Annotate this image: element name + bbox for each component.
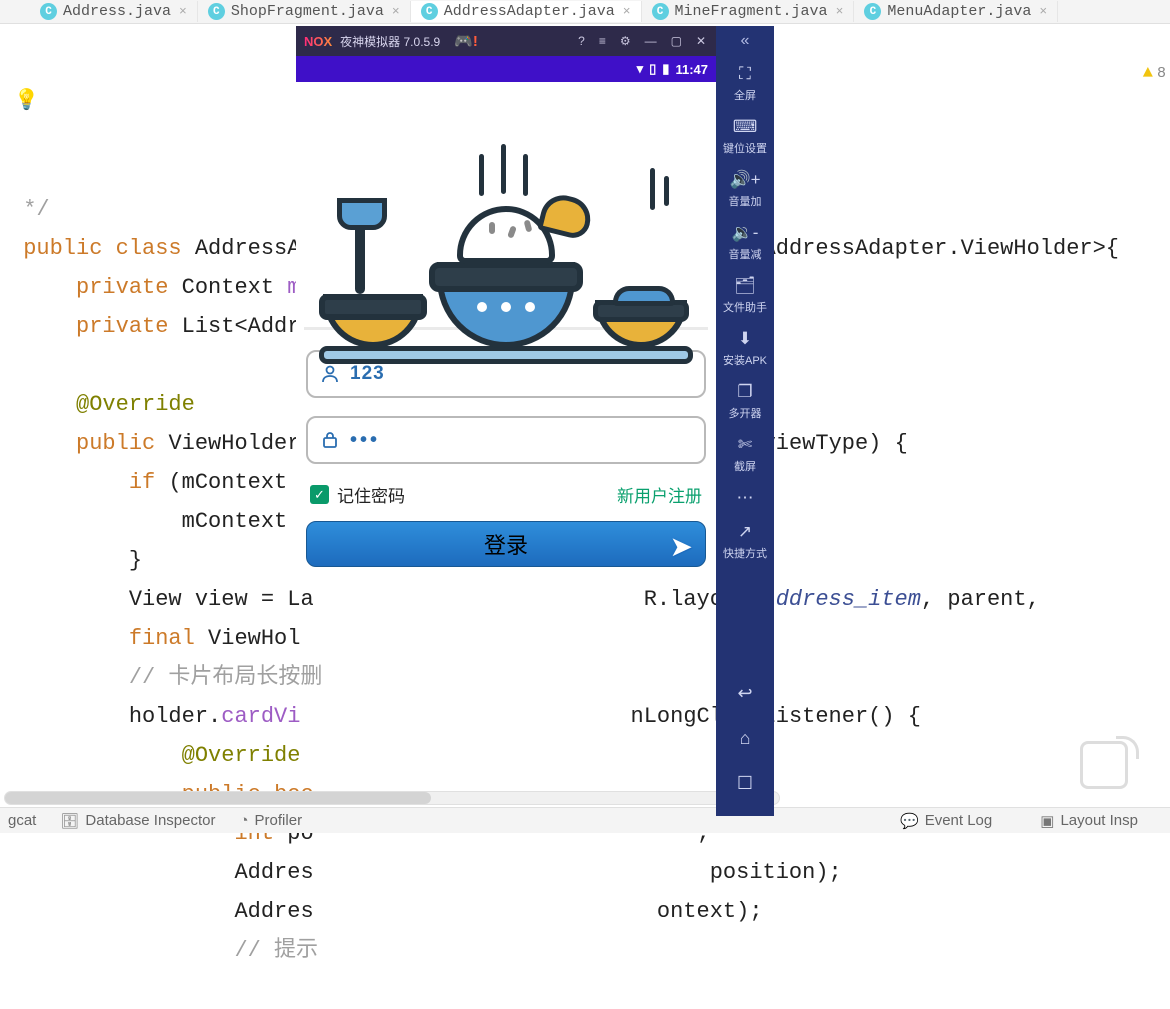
fullscreen-icon: ⛶ bbox=[739, 64, 751, 84]
java-file-icon: C bbox=[208, 3, 225, 20]
tab-label: MenuAdapter.java bbox=[887, 3, 1031, 20]
editor-tab[interactable]: C AddressAdapter.java × bbox=[411, 1, 642, 22]
lightbulb-icon[interactable]: 💡 bbox=[14, 82, 39, 121]
tool-event-log[interactable]: 💬Event Log bbox=[900, 812, 992, 830]
maximize-icon[interactable]: ▢ bbox=[671, 34, 682, 48]
multi-instance-icon: ❐ bbox=[737, 382, 752, 402]
wifi-icon: ▾ bbox=[637, 61, 644, 77]
settings-icon[interactable]: ⚙ bbox=[620, 34, 631, 48]
status-time: 11:47 bbox=[675, 62, 708, 77]
sidebar-label: 截屏 bbox=[734, 458, 756, 474]
java-file-icon: C bbox=[40, 3, 57, 20]
sidebar-file-helper[interactable]: 🗂 文件助手 bbox=[723, 270, 767, 323]
editor-tab[interactable]: C ShopFragment.java × bbox=[198, 1, 411, 22]
lock-icon bbox=[320, 430, 340, 450]
user-icon bbox=[320, 364, 340, 384]
tab-label: ShopFragment.java bbox=[231, 3, 384, 20]
emulator-titlebar[interactable]: NOX 夜神模拟器 7.0.5.9 🎮! ? ≡ ⚙ — ▢ ✕ bbox=[296, 26, 716, 56]
warnings-indicator[interactable]: ▲ 8 bbox=[1143, 54, 1166, 93]
sidebar-fullscreen[interactable]: ⛶ 全屏 bbox=[723, 58, 767, 111]
app-logo bbox=[304, 90, 708, 330]
tab-label: Address.java bbox=[63, 3, 171, 20]
sidebar-volume-up[interactable]: 🔊+ 音量加 bbox=[723, 164, 767, 217]
sidebar-label: 全屏 bbox=[734, 87, 756, 103]
username-input[interactable] bbox=[350, 363, 692, 385]
sidebar-shortcut[interactable]: ↗ 快捷方式 bbox=[723, 516, 767, 569]
sidebar-volume-down[interactable]: 🔉- 音量减 bbox=[723, 217, 767, 270]
password-field[interactable]: ••• bbox=[306, 416, 706, 464]
sidebar-label: 多开器 bbox=[728, 405, 761, 421]
login-button[interactable]: 登录 ➤ bbox=[306, 521, 706, 567]
menu-icon[interactable]: ≡ bbox=[599, 34, 606, 48]
database-icon: 🗄 bbox=[60, 812, 79, 830]
sidebar-screenshot[interactable]: ✄ 截屏 bbox=[723, 429, 767, 482]
warning-icon: ▲ bbox=[1143, 54, 1153, 93]
close-icon[interactable]: ✕ bbox=[696, 34, 706, 48]
android-back-icon[interactable]: ↩ bbox=[737, 683, 752, 704]
checkbox-checked-icon: ✓ bbox=[310, 485, 329, 504]
remember-password-checkbox[interactable]: ✓ 记住密码 bbox=[310, 482, 405, 507]
sidebar-install-apk[interactable]: ⬇ 安装APK bbox=[723, 323, 767, 376]
warnings-count: 8 bbox=[1157, 54, 1166, 93]
install-apk-icon: ⬇ bbox=[738, 329, 752, 349]
editor-tab[interactable]: C MineFragment.java × bbox=[642, 1, 855, 22]
signal-icon: ▯ bbox=[649, 61, 656, 77]
battery-icon: ▮ bbox=[662, 61, 669, 77]
emulator-title: 夜神模拟器 7.0.5.9 bbox=[340, 33, 440, 50]
sidebar-label: 键位设置 bbox=[723, 140, 767, 156]
layout-icon: ▣ bbox=[1040, 812, 1054, 830]
sidebar-keymap[interactable]: ⌨ 键位设置 bbox=[723, 111, 767, 164]
nox-logo: NOX bbox=[304, 34, 332, 49]
collapse-sidebar-icon[interactable]: « bbox=[741, 32, 750, 50]
remember-label: 记住密码 bbox=[337, 482, 405, 507]
sidebar-label: 音量减 bbox=[728, 246, 761, 262]
rotate-device-icon[interactable] bbox=[1080, 741, 1128, 789]
close-tab-icon[interactable]: × bbox=[390, 4, 400, 19]
android-statusbar: ▾ ▯ ▮ 11:47 bbox=[296, 56, 716, 82]
shortcut-icon: ↗ bbox=[738, 522, 752, 542]
minimize-icon[interactable]: — bbox=[645, 34, 657, 48]
nox-emulator: NOX 夜神模拟器 7.0.5.9 🎮! ? ≡ ⚙ — ▢ ✕ ▾ ▯ ▮ 1… bbox=[296, 26, 774, 816]
emulator-sidebar: « ⛶ 全屏 ⌨ 键位设置 🔊+ 音量加 🔉- 音量减 🗂 文件助手 ⬇ 安装APK ❐ 多开器 ✄ 截屏 ⋯ ↗… bbox=[716, 26, 774, 816]
mouse-cursor-icon: ➤ bbox=[670, 530, 693, 563]
tab-label: AddressAdapter.java bbox=[444, 3, 615, 20]
eventlog-icon: 💬 bbox=[900, 812, 919, 830]
editor-tab[interactable]: C MenuAdapter.java × bbox=[854, 1, 1058, 22]
java-file-icon: C bbox=[864, 3, 881, 20]
sidebar-more[interactable]: ⋯ bbox=[723, 482, 767, 516]
close-tab-icon[interactable]: × bbox=[1037, 4, 1047, 19]
profiler-icon: ◔ bbox=[239, 812, 248, 829]
gamepad-icon[interactable]: 🎮! bbox=[454, 32, 478, 50]
tool-profiler[interactable]: ◔Profiler bbox=[239, 812, 302, 829]
tool-database-inspector[interactable]: 🗄Database Inspector bbox=[60, 812, 215, 830]
tool-layout-inspector[interactable]: ▣Layout Insp bbox=[1040, 812, 1138, 830]
phone-screen: ▾ ▯ ▮ 11:47 bbox=[296, 56, 716, 567]
login-label: 登录 bbox=[484, 528, 528, 560]
sidebar-label: 快捷方式 bbox=[723, 545, 767, 561]
more-icon: ⋯ bbox=[736, 488, 753, 508]
android-recents-icon[interactable]: ☐ bbox=[737, 773, 753, 794]
sidebar-label: 安装APK bbox=[723, 352, 767, 368]
screenshot-icon: ✄ bbox=[738, 435, 752, 455]
volume-down-icon: 🔉- bbox=[732, 223, 759, 243]
password-input[interactable]: ••• bbox=[350, 429, 380, 452]
tool-logcat[interactable]: gcat bbox=[8, 812, 36, 829]
java-file-icon: C bbox=[652, 3, 669, 20]
editor-tabs: C Address.java × C ShopFragment.java × C Addres… bbox=[0, 0, 1170, 24]
register-link[interactable]: 新用户注册 bbox=[617, 482, 702, 507]
help-icon[interactable]: ? bbox=[578, 34, 585, 48]
java-file-icon: C bbox=[421, 3, 438, 20]
android-home-icon[interactable]: ⌂ bbox=[740, 728, 751, 749]
keymap-icon: ⌨ bbox=[733, 117, 758, 137]
sidebar-label: 音量加 bbox=[728, 193, 761, 209]
volume-up-icon: 🔊+ bbox=[729, 170, 760, 190]
tab-label: MineFragment.java bbox=[675, 3, 828, 20]
editor-tab[interactable]: C Address.java × bbox=[30, 1, 198, 22]
sidebar-multi-instance[interactable]: ❐ 多开器 bbox=[723, 376, 767, 429]
sidebar-label: 文件助手 bbox=[723, 299, 767, 315]
close-tab-icon[interactable]: × bbox=[177, 4, 187, 19]
close-tab-icon[interactable]: × bbox=[834, 4, 844, 19]
close-tab-icon[interactable]: × bbox=[621, 4, 631, 19]
file-helper-icon: 🗂 bbox=[734, 276, 756, 296]
